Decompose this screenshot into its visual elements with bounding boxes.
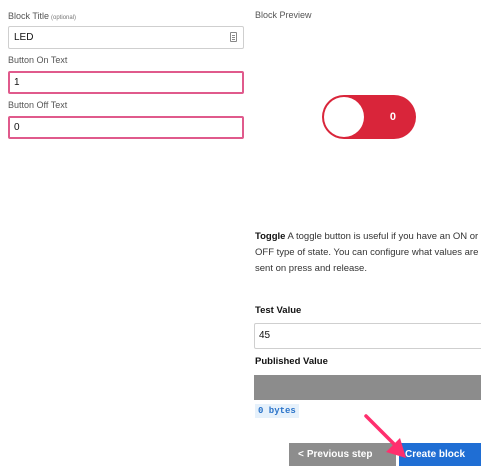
create-block-button[interactable]: Create block	[399, 443, 481, 466]
description-heading: Toggle	[255, 231, 286, 242]
toggle-knob	[324, 97, 364, 137]
toggle-state-text: 0	[389, 111, 396, 123]
button-off-text-input[interactable]: 0	[8, 116, 244, 139]
button-off-text-value: 0	[14, 122, 20, 133]
block-title-value: LED	[14, 32, 34, 43]
test-value-label: Test Value	[255, 305, 302, 316]
block-title-label-text: Block Title	[8, 11, 50, 21]
test-value-input[interactable]: 45	[254, 323, 481, 349]
published-value-box	[254, 375, 481, 400]
block-title-label: Block Title (optional)	[8, 10, 244, 22]
arrow-icon	[364, 414, 406, 458]
block-settings-form: Block Title (optional) LED Button On Text…	[8, 10, 244, 139]
clipboard-icon	[230, 32, 237, 42]
optional-hint: (optional)	[51, 15, 77, 21]
published-value-label: Published Value	[255, 356, 328, 367]
off-text-label: Button Off Text	[8, 100, 68, 110]
on-text-label: Button On Text	[8, 55, 68, 65]
test-value-text: 45	[259, 330, 271, 341]
create-block-label: Create block	[405, 449, 466, 460]
chevron-left-icon: <	[298, 449, 304, 460]
toggle-switch-preview[interactable]: 0	[322, 95, 416, 139]
create-block-dialog: Block Title (optional) LED Button On Text…	[0, 0, 481, 466]
block-preview-title: Block Preview	[255, 10, 312, 20]
button-on-text-input[interactable]: 1	[8, 71, 244, 94]
button-on-text-value: 1	[14, 77, 20, 88]
block-title-input[interactable]: LED	[8, 26, 244, 49]
block-description: Toggle A toggle button is useful if you …	[255, 229, 481, 277]
description-text: A toggle button is useful if you have an…	[255, 231, 479, 274]
bytes-badge: 0 bytes	[255, 404, 299, 418]
